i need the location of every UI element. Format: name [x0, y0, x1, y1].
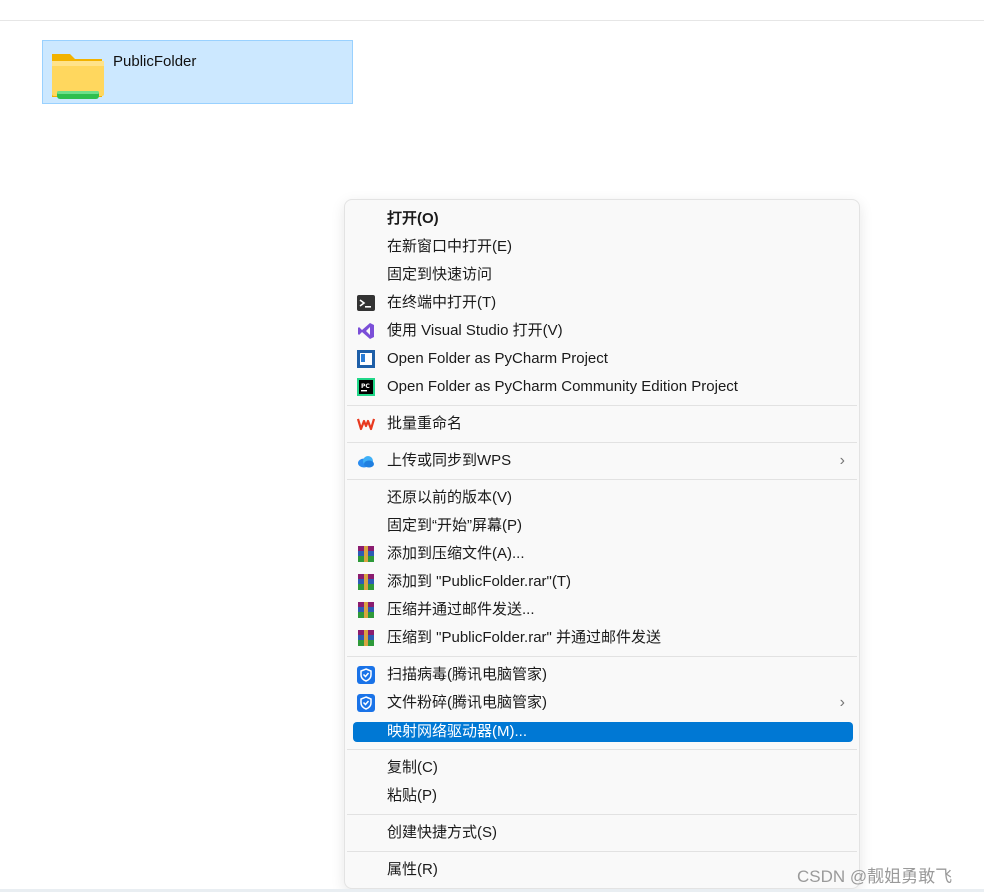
menu-separator: [347, 814, 857, 815]
menu-item-pycharm-project[interactable]: Open Folder as PyCharm Project: [353, 346, 853, 372]
menu-item-create-shortcut[interactable]: 创建快捷方式(S): [353, 820, 853, 846]
menu-item-restore-versions[interactable]: 还原以前的版本(V): [353, 485, 853, 511]
menu-item-open-terminal[interactable]: 在终端中打开(T): [353, 290, 853, 316]
menu-item-label: 添加到 "PublicFolder.rar"(T): [387, 573, 572, 590]
menu-item-label: 使用 Visual Studio 打开(V): [387, 322, 563, 339]
menu-item-label: 还原以前的版本(V): [387, 489, 512, 506]
folder-name: PublicFolder: [113, 53, 197, 70]
menu-separator: [347, 656, 857, 657]
menu-item-label: 压缩并通过邮件发送...: [387, 601, 535, 618]
menu-item-pin-quick-access[interactable]: 固定到快速访问: [353, 262, 853, 288]
menu-item-add-to-rar[interactable]: 添加到 "PublicFolder.rar"(T): [353, 569, 853, 595]
menu-item-label: 复制(C): [387, 759, 438, 776]
cloud-icon: [358, 456, 374, 468]
menu-item-pycharm-ce-project[interactable]: PC Open Folder as PyCharm Community Edit…: [353, 374, 853, 400]
menu-item-label: 固定到快速访问: [387, 266, 493, 283]
winrar-icon: [358, 630, 374, 646]
menu-item-pin-start[interactable]: 固定到“开始”屏幕(P): [353, 513, 853, 539]
menu-separator: [347, 442, 857, 443]
menu-item-label: 粘贴(P): [387, 787, 437, 804]
menu-item-add-to-archive[interactable]: 添加到压缩文件(A)...: [353, 541, 853, 567]
menu-item-open[interactable]: 打开(O): [353, 206, 853, 232]
pycharm-ce-icon: PC: [357, 378, 375, 396]
chevron-right-icon: ›: [839, 452, 845, 469]
menu-item-label: Open Folder as PyCharm Project: [387, 350, 608, 367]
menu-item-label: 固定到“开始”屏幕(P): [387, 517, 522, 534]
svg-text:PC: PC: [361, 383, 370, 390]
menu-item-open-new-window[interactable]: 在新窗口中打开(E): [353, 234, 853, 260]
menu-separator: [347, 405, 857, 406]
menu-item-label: 打开(O): [387, 210, 439, 227]
menu-separator: [347, 749, 857, 750]
menu-item-label: 映射网络驱动器(M)...: [387, 723, 527, 740]
menu-item-compress-email[interactable]: 压缩并通过邮件发送...: [353, 597, 853, 623]
tencent-shield-icon: [357, 666, 375, 684]
menu-item-label: 压缩到 "PublicFolder.rar" 并通过邮件发送: [387, 629, 662, 646]
folder-icon: [52, 54, 104, 99]
menu-item-upload-wps[interactable]: 上传或同步到WPS ›: [353, 448, 853, 474]
folder-item-publicfolder[interactable]: PublicFolder: [42, 40, 353, 104]
visual-studio-icon: [358, 323, 374, 339]
menu-item-paste[interactable]: 粘贴(P): [353, 783, 853, 809]
menu-item-open-visual-studio[interactable]: 使用 Visual Studio 打开(V): [353, 318, 853, 344]
menu-item-label: 在新窗口中打开(E): [387, 238, 512, 255]
menu-item-properties[interactable]: 属性(R): [353, 857, 853, 883]
menu-item-map-network-drive[interactable]: 映射网络驱动器(M)...: [353, 722, 853, 742]
menu-item-label: 创建快捷方式(S): [387, 824, 497, 841]
menu-item-label: 添加到压缩文件(A)...: [387, 545, 525, 562]
menu-item-compress-rar-email[interactable]: 压缩到 "PublicFolder.rar" 并通过邮件发送: [353, 625, 853, 651]
menu-item-label: 扫描病毒(腾讯电脑管家): [387, 666, 547, 683]
context-menu: 打开(O) 在新窗口中打开(E) 固定到快速访问 在终端中打开(T) 使用 Vi…: [344, 199, 860, 889]
menu-item-label: Open Folder as PyCharm Community Edition…: [387, 378, 738, 395]
terminal-icon: [357, 295, 375, 311]
tencent-shield-icon: [357, 694, 375, 712]
menu-item-scan-virus[interactable]: 扫描病毒(腾讯电脑管家): [353, 662, 853, 688]
menu-item-label: 属性(R): [387, 861, 438, 878]
wps-icon: [357, 418, 375, 431]
menu-separator: [347, 851, 857, 852]
pycharm-icon: [357, 350, 375, 368]
menu-item-copy[interactable]: 复制(C): [353, 755, 853, 781]
winrar-icon: [358, 546, 374, 562]
menu-item-file-shred[interactable]: 文件粉碎(腾讯电脑管家) ›: [353, 690, 853, 716]
menu-item-label: 在终端中打开(T): [387, 294, 497, 311]
menu-item-label: 文件粉碎(腾讯电脑管家): [387, 694, 547, 711]
menu-item-batch-rename[interactable]: 批量重命名: [353, 411, 853, 437]
chevron-right-icon: ›: [839, 694, 845, 711]
menu-separator: [347, 479, 857, 480]
watermark-text: CSDN @靓姐勇敢飞: [797, 867, 953, 886]
menu-item-label: 上传或同步到WPS: [387, 452, 512, 469]
winrar-icon: [358, 574, 374, 590]
menu-item-label: 批量重命名: [387, 415, 463, 432]
top-divider: [0, 20, 984, 21]
winrar-icon: [358, 602, 374, 618]
